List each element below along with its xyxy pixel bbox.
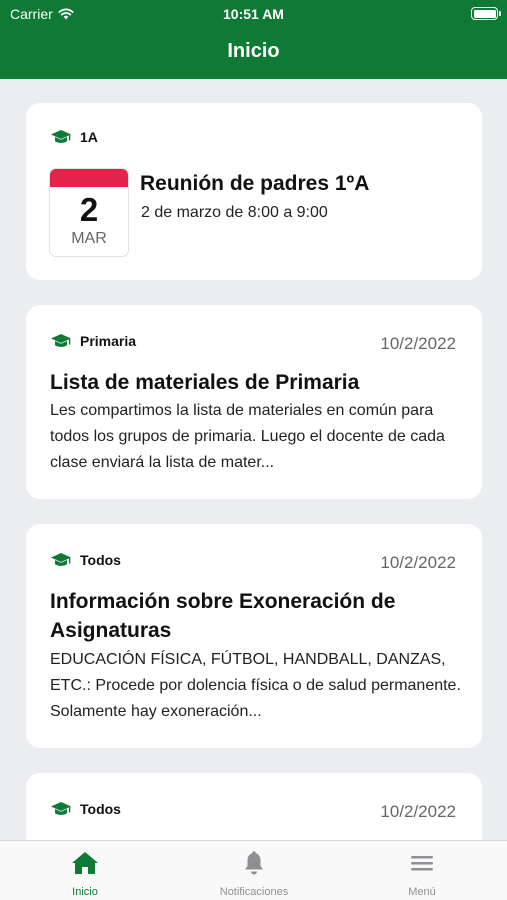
home-feed[interactable]: 1A 2 MAR Reunión de padres 1ºA 2 de marz… [0, 79, 507, 840]
page-title: Inicio [227, 40, 280, 62]
post-date: 10/2/2022 [380, 553, 456, 572]
graduation-cap-icon [51, 553, 71, 566]
tab-label: Notificaciones [219, 886, 289, 898]
tab-notificaciones[interactable]: Notificaciones [194, 841, 314, 900]
post-group-label: Todos [80, 801, 121, 817]
post-title: Lista de materiales de Primaria [50, 371, 360, 394]
calendar-month: MAR [71, 230, 107, 247]
status-bar: Carrier 10:51 AM [0, 0, 507, 30]
post-group-tag: Todos [50, 552, 121, 568]
calendar-badge-header [50, 169, 128, 187]
event-group-tag: 1A [50, 129, 98, 145]
post-group-label: Todos [80, 552, 121, 568]
post-excerpt: EDUCACIÓN FÍSICA, FÚTBOL, HANDBALL, DANZ… [50, 651, 461, 720]
graduation-cap-icon [51, 334, 71, 347]
bell-icon [239, 850, 269, 876]
post-title: Información sobre Exoneración de Asignat… [50, 590, 396, 642]
calendar-day: 2 [79, 191, 99, 228]
hamburger-menu-icon [407, 850, 437, 876]
graduation-cap-icon [51, 802, 71, 815]
post-group-tag: Primaria [50, 333, 136, 349]
battery-icon [471, 7, 501, 20]
tab-menu[interactable]: Menú [362, 841, 482, 900]
event-card[interactable]: 1A 2 MAR Reunión de padres 1ºA 2 de marz… [26, 103, 482, 280]
post-excerpt: Les compartimos la lista de materiales e… [50, 402, 445, 471]
tab-inicio[interactable]: Inicio [25, 841, 145, 900]
post-card[interactable]: Todos 10/2/2022 Información sobre Exoner… [26, 524, 482, 748]
event-time: 2 de marzo de 8:00 a 9:00 [141, 204, 328, 221]
post-date: 10/2/2022 [380, 802, 456, 821]
status-time: 10:51 AM [223, 6, 284, 22]
tab-bar: Inicio Notificaciones Menú [0, 840, 507, 900]
tab-label: Menú [408, 886, 436, 898]
event-title: Reunión de padres 1ºA [140, 172, 370, 195]
post-group-label: Primaria [80, 333, 137, 349]
event-group-label: 1A [80, 129, 98, 145]
home-icon [70, 850, 100, 876]
post-card[interactable]: Todos 10/2/2022 [26, 773, 482, 840]
post-card[interactable]: Primaria 10/2/2022 Lista de materiales d… [26, 305, 482, 499]
app-header: Carrier 10:51 AM Inicio [0, 0, 507, 79]
post-date: 10/2/2022 [380, 334, 456, 353]
calendar-badge: 2 MAR [50, 169, 128, 256]
post-group-tag: Todos [50, 801, 121, 817]
tab-label: Inicio [72, 886, 98, 898]
graduation-cap-icon [51, 130, 71, 143]
